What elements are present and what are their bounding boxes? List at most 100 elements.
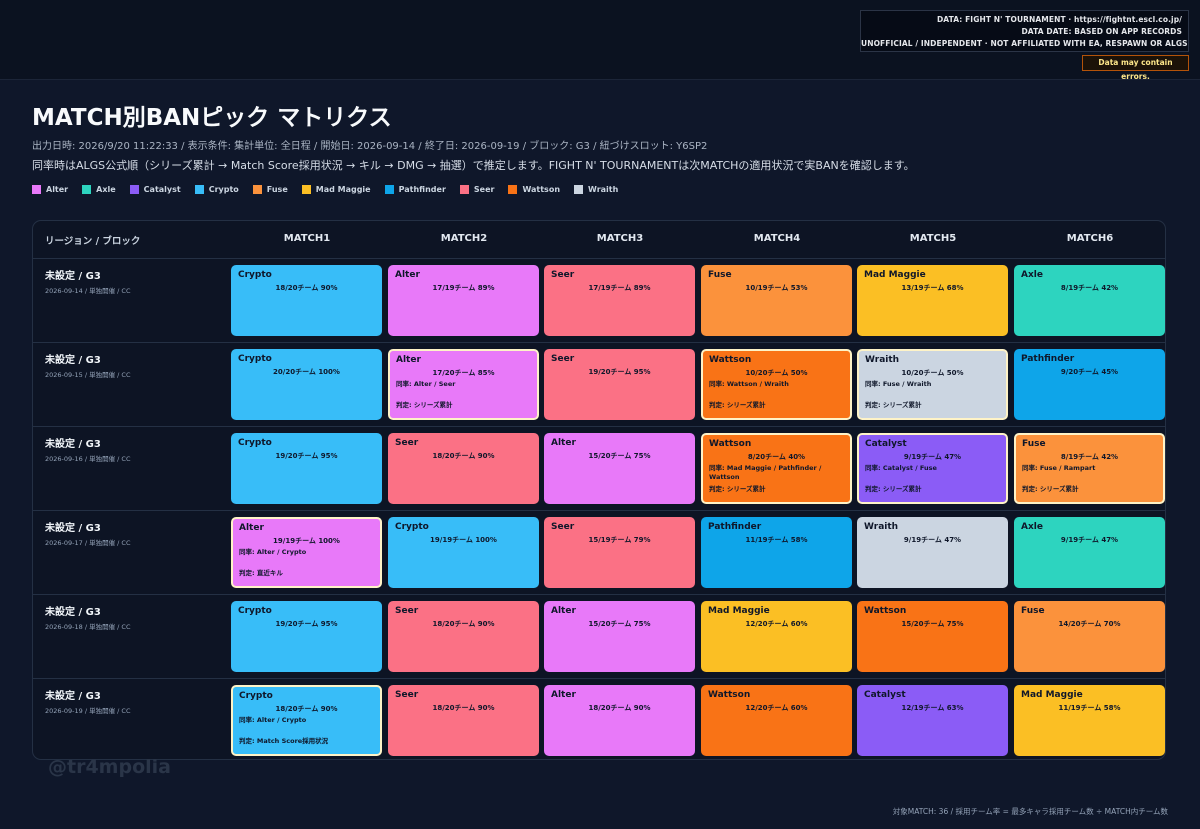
ban-cell[interactable]: Seer 19/20チーム 95% (544, 349, 695, 420)
pick-rate: 12/20チーム 60% (745, 620, 808, 628)
ban-cell[interactable]: Alter 17/20チーム 85% 同率: Alter / Seer 判定: シリー… (388, 349, 539, 420)
tie-judgement: 判定: シリーズ累計 (709, 485, 766, 493)
legend-name: Catalyst (864, 690, 906, 700)
pick-rate: 18/20チーム 90% (588, 704, 651, 712)
legend-label: Wattson (522, 185, 561, 194)
ban-cell[interactable]: Catalyst 9/19チーム 47% 同率: Catalyst / Fuse 判定… (857, 433, 1008, 504)
ban-cell[interactable]: Seer 17/19チーム 89% (544, 265, 695, 336)
legend: Alter Axle Catalyst Crypto Fuse Mad Maggie Pat… (32, 185, 632, 194)
legend-name: Mad Maggie (708, 606, 770, 616)
pick-rate: 11/19チーム 58% (1058, 704, 1121, 712)
tie-info: 同率: Alter / Seer (396, 380, 456, 388)
legend-name: Wattson (709, 439, 752, 449)
ban-cell[interactable]: Alter 15/20チーム 75% (544, 601, 695, 672)
ban-cell[interactable]: Crypto 20/20チーム 100% (231, 349, 382, 420)
top-bar: DATA: FIGHT N' TOURNAMENT · https://figh… (0, 0, 1200, 81)
pick-rate: 17/20チーム 85% (432, 369, 495, 377)
tie-info: 同率: Mad Maggie / Pathfinder / Wattson (709, 464, 822, 481)
pick-rate: 19/20チーム 95% (275, 620, 338, 628)
pick-rate: 15/20チーム 75% (588, 620, 651, 628)
ban-cell[interactable]: Alter 17/19チーム 89% (388, 265, 539, 336)
legend-item-pathfinder: Pathfinder (384, 185, 446, 194)
legend-name: Wattson (709, 355, 752, 365)
legend-name: Pathfinder (1021, 354, 1075, 364)
tie-info: 同率: Alter / Crypto (239, 716, 307, 724)
pick-rate: 18/20チーム 90% (432, 620, 495, 628)
pick-rate: 15/20チーム 75% (588, 452, 651, 460)
ban-cell[interactable]: Wraith 10/20チーム 50% 同率: Fuse / Wraith 判定: シ… (857, 349, 1008, 420)
ban-cell[interactable]: Crypto 18/20チーム 90% (231, 265, 382, 336)
legend-name: Seer (395, 690, 419, 700)
legend-swatch (574, 185, 584, 194)
ban-cell[interactable]: Alter 19/19チーム 100% 同率: Alter / Crypto 判定: … (231, 517, 382, 588)
match-header-2: MATCH2 (440, 233, 488, 244)
ban-cell[interactable]: Alter 15/20チーム 75% (544, 433, 695, 504)
ban-cell[interactable]: Mad Maggie 12/20チーム 60% (701, 601, 852, 672)
ban-cell[interactable]: Crypto 19/20チーム 95% (231, 433, 382, 504)
ban-cell[interactable]: Crypto 18/20チーム 90% 同率: Alter / Crypto 判定: … (231, 685, 382, 756)
table-row: 未設定 / G3 2026-09-16 / 単独開催 / CC Crypto 19/2… (33, 427, 1165, 511)
ban-cell[interactable]: Seer 15/19チーム 79% (544, 517, 695, 588)
pick-rate: 18/20チーム 90% (275, 705, 338, 713)
legend-label: Axle (96, 185, 116, 194)
pick-rate: 9/19チーム 47% (903, 536, 962, 544)
filter-meta: 出力日時: 2026/9/20 11:22:33 / 表示条件: 集計単位: 全… (32, 141, 708, 152)
legend-name: Alter (551, 606, 576, 616)
pick-rate: 8/20チーム 40% (747, 453, 806, 461)
legend-label: Alter (46, 185, 69, 194)
legend-label: Crypto (208, 185, 239, 194)
ban-cell[interactable]: Seer 18/20チーム 90% (388, 601, 539, 672)
pick-rate: 17/19チーム 89% (432, 284, 495, 292)
ban-cell[interactable]: Fuse 10/19チーム 53% (701, 265, 852, 336)
tie-info: 同率: Fuse / Wraith (865, 380, 932, 388)
ban-cell[interactable]: Wattson 10/20チーム 50% 同率: Wattson / Wraith 判… (701, 349, 852, 420)
ban-cell[interactable]: Axle 9/19チーム 47% (1014, 517, 1165, 588)
ban-cell[interactable]: Fuse 8/19チーム 42% 同率: Fuse / Rampart 判定: シリー… (1014, 433, 1165, 504)
match-header-3: MATCH3 (596, 233, 644, 244)
legend-swatch (301, 185, 311, 194)
legend-name: Fuse (708, 270, 732, 280)
ban-cell[interactable]: Seer 18/20チーム 90% (388, 685, 539, 756)
ban-cell[interactable]: Wattson 12/20チーム 60% (701, 685, 852, 756)
table-row: 未設定 / G3 2026-09-15 / 単独開催 / CC Crypto 20/2… (33, 343, 1165, 427)
legend-name: Fuse (1022, 439, 1046, 449)
row-date-info: 2026-09-18 / 単独開催 / CC (45, 623, 131, 631)
ban-cell[interactable]: Fuse 14/20チーム 70% (1014, 601, 1165, 672)
tie-judgement: 判定: シリーズ累計 (396, 401, 453, 409)
table-row: 未設定 / G3 2026-09-18 / 単独開催 / CC Crypto 19/2… (33, 595, 1165, 679)
pick-rate: 18/20チーム 90% (275, 284, 338, 292)
ban-cell[interactable]: Mad Maggie 13/19チーム 68% (857, 265, 1008, 336)
ban-cell[interactable]: Alter 18/20チーム 90% (544, 685, 695, 756)
legend-name: Alter (551, 438, 576, 448)
legend-item-wattson: Wattson (508, 185, 560, 194)
ban-cell[interactable]: Axle 8/19チーム 42% (1014, 265, 1165, 336)
ban-cell[interactable]: Wraith 9/19チーム 47% (857, 517, 1008, 588)
ban-cell[interactable]: Catalyst 12/19チーム 63% (857, 685, 1008, 756)
legend-item-axle: Axle (82, 185, 116, 194)
match-header-6: MATCH6 (1066, 233, 1114, 244)
ban-cell[interactable]: Crypto 19/20チーム 95% (231, 601, 382, 672)
ban-cell[interactable]: Crypto 19/19チーム 100% (388, 517, 539, 588)
legend-label: Seer (473, 185, 495, 194)
tie-info: 同率: Alter / Crypto (239, 548, 307, 556)
legend-label: Mad Maggie (315, 185, 371, 194)
legend-swatch (194, 185, 204, 194)
legend-name: Crypto (395, 522, 429, 532)
row-label: 未設定 / G3 (45, 439, 101, 450)
ban-cell[interactable]: Pathfinder 11/19チーム 58% (701, 517, 852, 588)
ban-cell[interactable]: Seer 18/20チーム 90% (388, 433, 539, 504)
data-source-box: DATA: FIGHT N' TOURNAMENT · https://figh… (860, 10, 1189, 52)
ban-cell[interactable]: Wattson 8/20チーム 40% 同率: Mad Maggie / Pathf… (701, 433, 852, 504)
pick-rate: 8/19チーム 42% (1060, 453, 1119, 461)
ban-cell[interactable]: Mad Maggie 11/19チーム 58% (1014, 685, 1165, 756)
legend-item-madmaggie: Mad Maggie (301, 185, 371, 194)
row-date-info: 2026-09-14 / 単独開催 / CC (45, 287, 131, 295)
disclaimer-line: UNOFFICIAL / INDEPENDENT · NOT AFFILIATE… (861, 39, 1188, 48)
ban-cell[interactable]: Wattson 15/20チーム 75% (857, 601, 1008, 672)
pick-rate: 10/19チーム 53% (745, 284, 808, 292)
ban-cell[interactable]: Pathfinder 9/20チーム 45% (1014, 349, 1165, 420)
legend-name: Crypto (238, 354, 272, 364)
pick-rate: 12/19チーム 63% (901, 704, 964, 712)
match-header-1: MATCH1 (283, 233, 331, 244)
row-date-info: 2026-09-17 / 単独開催 / CC (45, 539, 131, 547)
